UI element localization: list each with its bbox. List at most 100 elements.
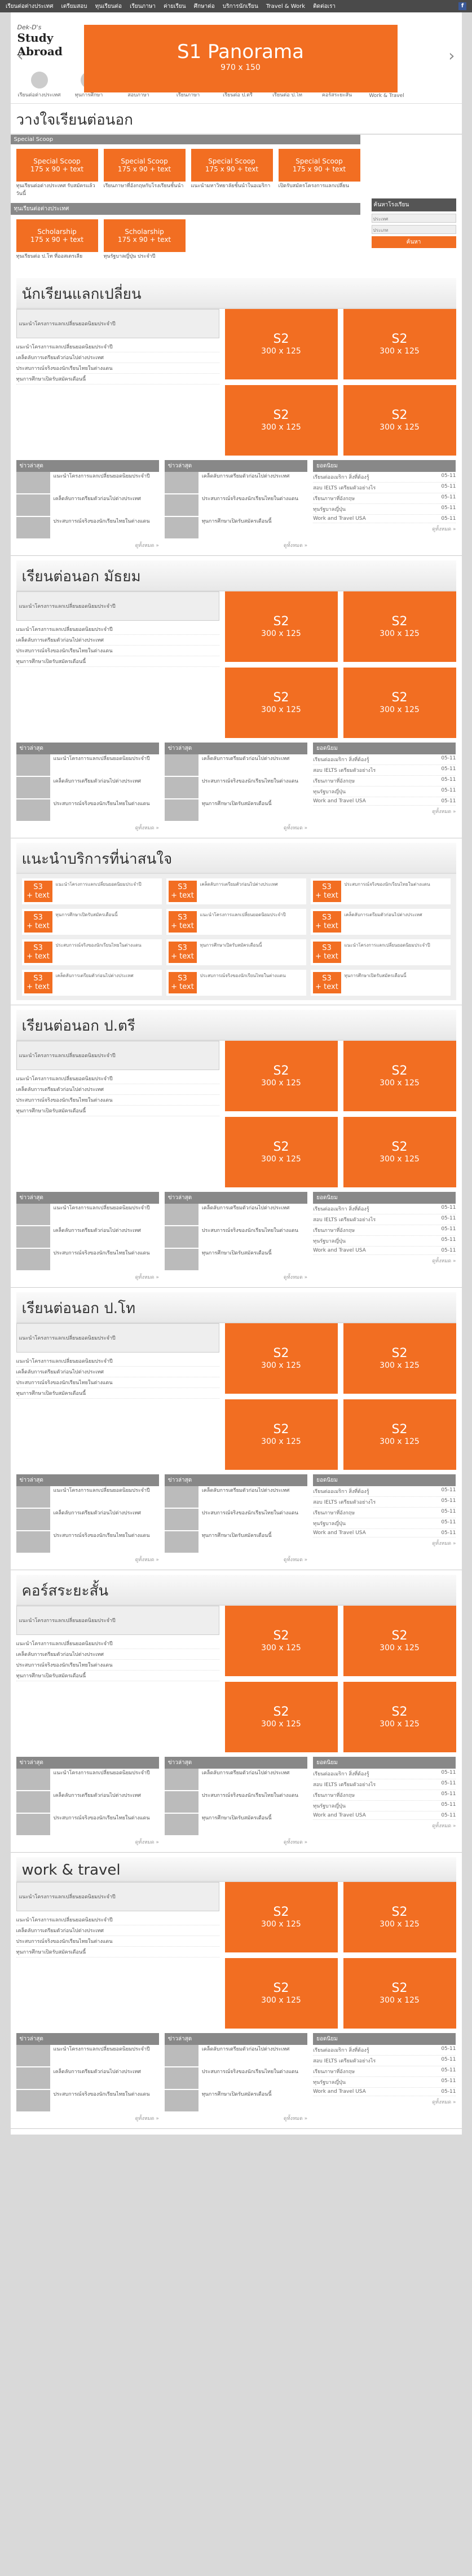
s2-ad[interactable]: S2 300 x 125 [224, 309, 338, 379]
service-ad[interactable]: S3 + text [24, 911, 52, 933]
scoop-ad[interactable]: Special Scoop 175 x 90 + text [103, 149, 186, 182]
news-title[interactable]: เคล็ดลับการเตรียมตัวก่อนไปต่างประเทศ [202, 2047, 290, 2052]
news-item[interactable]: แนะนำโครงการแลกเปลี่ยนยอดนิยมประจำปี [16, 754, 159, 777]
service-card[interactable]: S3 + text ประสบการณ์จริงของนักเรียนไทยในต่… [310, 878, 451, 904]
s2-ad[interactable]: S2 300 x 125 [224, 1682, 338, 1752]
news-thumbnail[interactable] [164, 1226, 198, 1248]
facebook-icon[interactable]: f [458, 2, 466, 10]
list-item[interactable]: เคล็ดลับการเตรียมตัวก่อนไปต่างประเทศ [16, 1925, 219, 1936]
news-item[interactable]: ประสบการณ์จริงของนักเรียนไทยในต่างแดน [164, 1509, 307, 1531]
topbar-item[interactable]: บริการนักเรียน [223, 2, 258, 11]
scoop-ad[interactable]: Special Scoop 175 x 90 + text [191, 149, 273, 182]
rank-title[interactable]: สอบ IELTS เตรียมตัวอย่างไร [313, 766, 376, 774]
news-thumbnail[interactable] [16, 2090, 50, 2111]
rank-row[interactable]: เรียนภาษาที่อังกฤษ 05-11 [313, 493, 456, 504]
rank-title[interactable]: สอบ IELTS เตรียมตัวอย่างไร [313, 1498, 376, 1506]
more-link[interactable]: ดูทั้งหมด » [165, 2113, 307, 2124]
news-title[interactable]: ทุนการศึกษาเปิดรับสมัครเดือนนี้ [202, 1533, 272, 1539]
news-thumbnail[interactable] [164, 472, 198, 493]
list-item[interactable]: แนะนำโครงการแลกเปลี่ยนยอดนิยมประจำปี [16, 1356, 219, 1367]
list-item[interactable]: แนะนำโครงการแลกเปลี่ยนยอดนิยมประจำปี [16, 624, 219, 635]
hero-banner[interactable]: แนะนำโครงการแลกเปลี่ยนยอดนิยมประจำปี [16, 309, 219, 338]
s2-ad[interactable]: S2 300 x 125 [343, 1117, 456, 1187]
service-card[interactable]: S3 + text เคล็ดลับการเตรียมตัวก่อนไปต่างปร… [21, 970, 162, 996]
news-title[interactable]: ทุนการศึกษาเปิดรับสมัครเดือนนี้ [202, 801, 272, 807]
news-thumbnail[interactable] [164, 1204, 198, 1225]
news-item[interactable]: แนะนำโครงการแลกเปลี่ยนยอดนิยมประจำปี [16, 1769, 159, 1791]
more-link[interactable]: ดูทั้งหมด » [313, 1255, 456, 1266]
rank-title[interactable]: Work and Travel USA [313, 2089, 366, 2095]
service-card[interactable]: S3 + text แนะนำโครงการแลกเปลี่ยนยอดนิยมประ… [166, 909, 306, 935]
news-thumbnail[interactable] [164, 1531, 198, 1553]
more-link[interactable]: ดูทั้งหมด » [313, 1537, 456, 1549]
service-card[interactable]: S3 + text ทุนการศึกษาเปิดรับสมัครเดือนนี้ [166, 939, 306, 965]
news-item[interactable]: เคล็ดลับการเตรียมตัวก่อนไปต่างประเทศ [164, 1486, 307, 1509]
news-title[interactable]: เคล็ดลับการเตรียมตัวก่อนไปต่างประเทศ [54, 496, 142, 502]
news-thumbnail[interactable] [16, 1486, 50, 1508]
news-item[interactable]: ทุนการศึกษาเปิดรับสมัครเดือนนี้ [164, 1249, 307, 1271]
service-ad[interactable]: S3 + text [168, 942, 197, 963]
rank-row[interactable]: สอบ IELTS เตรียมตัวอย่างไร 05-11 [313, 1214, 456, 1225]
rank-row[interactable]: เรียนภาษาที่อังกฤษ 05-11 [313, 776, 456, 787]
s2-ad[interactable]: S2 300 x 125 [343, 668, 456, 738]
rank-title[interactable]: เรียนต่ออเมริกา สิ่งที่ต้องรู้ [313, 755, 369, 763]
news-thumbnail[interactable] [16, 1531, 50, 1553]
more-link[interactable]: ดูทั้งหมด » [16, 1836, 159, 1848]
rank-title[interactable]: ทุนรัฐบาลญี่ปุ่น [313, 1237, 346, 1245]
news-thumbnail[interactable] [16, 1769, 50, 1790]
topbar-item[interactable]: ศึกษาต่อ [194, 2, 215, 11]
news-thumbnail[interactable] [16, 517, 50, 538]
news-title[interactable]: แนะนำโครงการแลกเปลี่ยนยอดนิยมประจำปี [54, 1488, 150, 1494]
news-item[interactable]: ทุนการศึกษาเปิดรับสมัครเดือนนี้ [164, 799, 307, 822]
news-thumbnail[interactable] [16, 1204, 50, 1225]
rank-title[interactable]: Work and Travel USA [313, 798, 366, 804]
news-item[interactable]: ประสบการณ์จริงของนักเรียนไทยในต่างแดน [16, 2090, 159, 2113]
news-thumbnail[interactable] [164, 1486, 198, 1508]
s2-ad[interactable]: S2 300 x 125 [224, 1958, 338, 2029]
rank-row[interactable]: เรียนต่ออเมริกา สิ่งที่ต้องรู้ 05-11 [313, 472, 456, 483]
news-thumbnail[interactable] [164, 494, 198, 516]
scholarship-caption[interactable]: ทุนเรียนต่อ ป.โท ที่ออสเตรเลีย [16, 252, 98, 269]
news-item[interactable]: ประสบการณ์จริงของนักเรียนไทยในต่างแดน [16, 517, 159, 540]
rank-title[interactable]: สอบ IELTS เตรียมตัวอย่างไร [313, 484, 376, 492]
service-card[interactable]: S3 + text เคล็ดลับการเตรียมตัวก่อนไปต่างปร… [166, 878, 306, 904]
news-title[interactable]: เคล็ดลับการเตรียมตัวก่อนไปต่างประเทศ [202, 474, 290, 479]
rank-title[interactable]: เรียนต่ออเมริกา สิ่งที่ต้องรู้ [313, 473, 369, 481]
news-item[interactable]: ประสบการณ์จริงของนักเรียนไทยในต่างแดน [164, 1791, 307, 1814]
more-link[interactable]: ดูทั้งหมด » [16, 2113, 159, 2124]
news-title[interactable]: ประสบการณ์จริงของนักเรียนไทยในต่างแดน [54, 2092, 150, 2097]
carousel-prev-icon[interactable]: ‹ [17, 46, 24, 65]
service-ad[interactable]: S3 + text [312, 972, 341, 993]
service-text[interactable]: ประสบการณ์จริงของนักเรียนไทยในต่างแดน [345, 881, 430, 902]
rank-row[interactable]: เรียนต่ออเมริกา สิ่งที่ต้องรู้ 05-11 [313, 2045, 456, 2056]
scoop-card[interactable]: Special Scoop 175 x 90 + text ทุนเรียนต่อต… [16, 149, 98, 198]
service-text[interactable]: แนะนำโครงการแลกเปลี่ยนยอดนิยมประจำปี [200, 911, 286, 933]
news-item[interactable]: แนะนำโครงการแลกเปลี่ยนยอดนิยมประจำปี [16, 1204, 159, 1226]
news-title[interactable]: ประสบการณ์จริงของนักเรียนไทยในต่างแดน [54, 1251, 150, 1256]
news-item[interactable]: ประสบการณ์จริงของนักเรียนไทยในต่างแดน [16, 1249, 159, 1271]
news-item[interactable]: เคล็ดลับการเตรียมตัวก่อนไปต่างประเทศ [16, 1226, 159, 1249]
service-card[interactable]: S3 + text ประสบการณ์จริงของนักเรียนไทยในต่… [166, 970, 306, 996]
more-link[interactable]: ดูทั้งหมด » [165, 1554, 307, 1565]
carousel-next-icon[interactable]: › [448, 46, 455, 65]
rank-row[interactable]: Work and Travel USA 05-11 [313, 2088, 456, 2096]
service-ad[interactable]: S3 + text [312, 911, 341, 933]
news-item[interactable]: เคล็ดลับการเตรียมตัวก่อนไปต่างประเทศ [16, 1509, 159, 1531]
news-title[interactable]: ทุนการศึกษาเปิดรับสมัครเดือนนี้ [202, 1251, 272, 1256]
news-title[interactable]: ประสบการณ์จริงของนักเรียนไทยในต่างแดน [202, 1228, 298, 1234]
list-item[interactable]: เคล็ดลับการเตรียมตัวก่อนไปต่างประเทศ [16, 1649, 219, 1660]
service-card[interactable]: S3 + text ทุนการศึกษาเปิดรับสมัครเดือนนี้ [21, 909, 162, 935]
hero-banner[interactable]: แนะนำโครงการแลกเปลี่ยนยอดนิยมประจำปี [16, 591, 219, 621]
more-link[interactable]: ดูทั้งหมด » [313, 1820, 456, 1831]
service-text[interactable]: ประสบการณ์จริงของนักเรียนไทยในต่างแดน [56, 942, 142, 963]
news-title[interactable]: ประสบการณ์จริงของนักเรียนไทยในต่างแดน [202, 1510, 298, 1516]
news-thumbnail[interactable] [16, 1509, 50, 1530]
list-item[interactable]: ทุนการศึกษาเปิดรับสมัครเดือนนี้ [16, 1671, 219, 1681]
scoop-ad[interactable]: Special Scoop 175 x 90 + text [278, 149, 360, 182]
service-card[interactable]: S3 + text แนะนำโครงการแลกเปลี่ยนยอดนิยมประ… [21, 878, 162, 904]
s2-ad[interactable]: S2 300 x 125 [343, 591, 456, 662]
news-thumbnail[interactable] [16, 1814, 50, 1835]
service-text[interactable]: เคล็ดลับการเตรียมตัวก่อนไปต่างประเทศ [56, 972, 134, 993]
s2-ad[interactable]: S2 300 x 125 [343, 1882, 456, 1952]
news-title[interactable]: เคล็ดลับการเตรียมตัวก่อนไปต่างประเทศ [202, 1488, 290, 1494]
